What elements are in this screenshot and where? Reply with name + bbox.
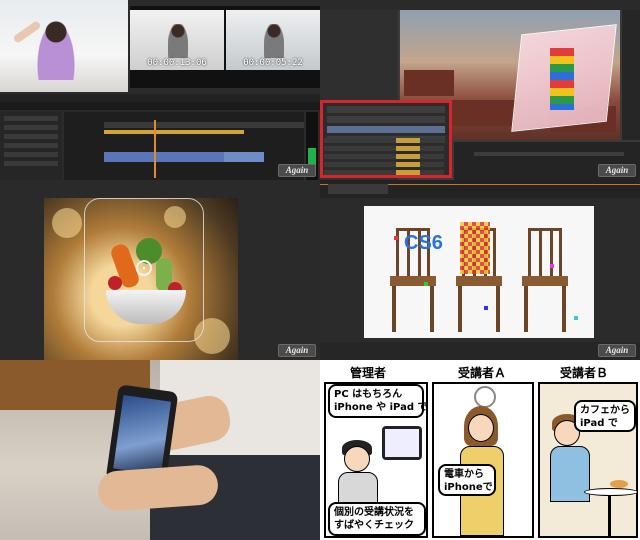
cafe-table (584, 488, 638, 496)
watermark-logo: Again (278, 164, 316, 177)
watermark-logo: Again (598, 344, 636, 357)
layer-row[interactable] (327, 106, 445, 113)
student-a-speech-bubble: 電車から iPhoneで (438, 464, 496, 496)
work-area-bar[interactable] (104, 130, 244, 134)
role-admin: 管理者 (350, 366, 387, 380)
track-point[interactable] (484, 306, 488, 310)
puzzle-texture (460, 222, 490, 274)
left-hand (96, 463, 220, 513)
ipad-device (382, 426, 422, 460)
tab-composition[interactable] (328, 184, 388, 194)
cs6-text: CS6 (404, 232, 443, 254)
after-effects-screenshot: Again (320, 0, 640, 180)
roof (404, 70, 454, 96)
strap-handle (474, 386, 496, 408)
layer-row-selected[interactable] (327, 126, 445, 133)
playhead[interactable] (154, 120, 156, 178)
premiere-screenshot: 00:00:13:06 00:00:05:22 Again (0, 0, 320, 180)
stacked-objects (550, 48, 574, 110)
source-thumbnail[interactable] (0, 0, 128, 92)
program-transport-bar[interactable] (0, 102, 320, 110)
timecode-left: 00:00:13:06 (147, 58, 207, 68)
track-point[interactable] (574, 316, 578, 320)
menu-bar[interactable] (320, 0, 640, 10)
admin-caption: 個別の受講状況を すばやくチェック (328, 502, 426, 536)
photo-transform-screenshot: Again (0, 180, 320, 360)
video-clip[interactable] (104, 152, 224, 162)
table-leg (608, 496, 611, 536)
layer-properties[interactable] (324, 135, 444, 175)
admin-speech-bubble: PC はもちろん iPhone や iPad で (328, 384, 428, 418)
video-clip[interactable] (224, 152, 264, 162)
layer-row[interactable] (327, 116, 445, 123)
phone-photo (0, 360, 320, 540)
student-a-panel (432, 382, 534, 538)
cake-plate (610, 480, 628, 488)
watermark-logo: Again (598, 164, 636, 177)
timecode-right: 00:00:05:22 (243, 58, 303, 68)
role-student-a: 受講者Ａ (458, 366, 507, 380)
track-point[interactable] (550, 264, 554, 268)
roof (450, 100, 520, 126)
project-panel[interactable] (0, 112, 62, 180)
tab-bar[interactable] (320, 180, 640, 198)
anchor-point-icon[interactable] (136, 260, 152, 276)
track-point[interactable] (424, 282, 428, 286)
track-point[interactable] (394, 236, 398, 240)
timeline-panel[interactable] (64, 112, 304, 180)
watermark-logo: Again (278, 344, 316, 357)
role-student-b: 受講者Ｂ (560, 366, 609, 380)
program-monitor[interactable]: 00:00:13:06 00:00:05:22 (130, 6, 320, 88)
tools-panel[interactable] (622, 10, 640, 140)
viewer-status-bar[interactable] (320, 342, 640, 360)
source-transport-bar[interactable] (0, 94, 320, 102)
timeline-ruler[interactable] (104, 122, 304, 128)
composition-canvas[interactable]: CS6 (364, 206, 594, 338)
woman-figure (36, 20, 76, 80)
chair-tracking-screenshot: CS6 Again (320, 180, 640, 360)
chair-right (522, 228, 568, 332)
student-b-speech-bubble: カフェから iPad で (574, 400, 636, 432)
usage-illustration: 管理者 受講者Ａ 受講者Ｂ PC はもちろん iPhone や iPad で 個… (320, 360, 640, 540)
